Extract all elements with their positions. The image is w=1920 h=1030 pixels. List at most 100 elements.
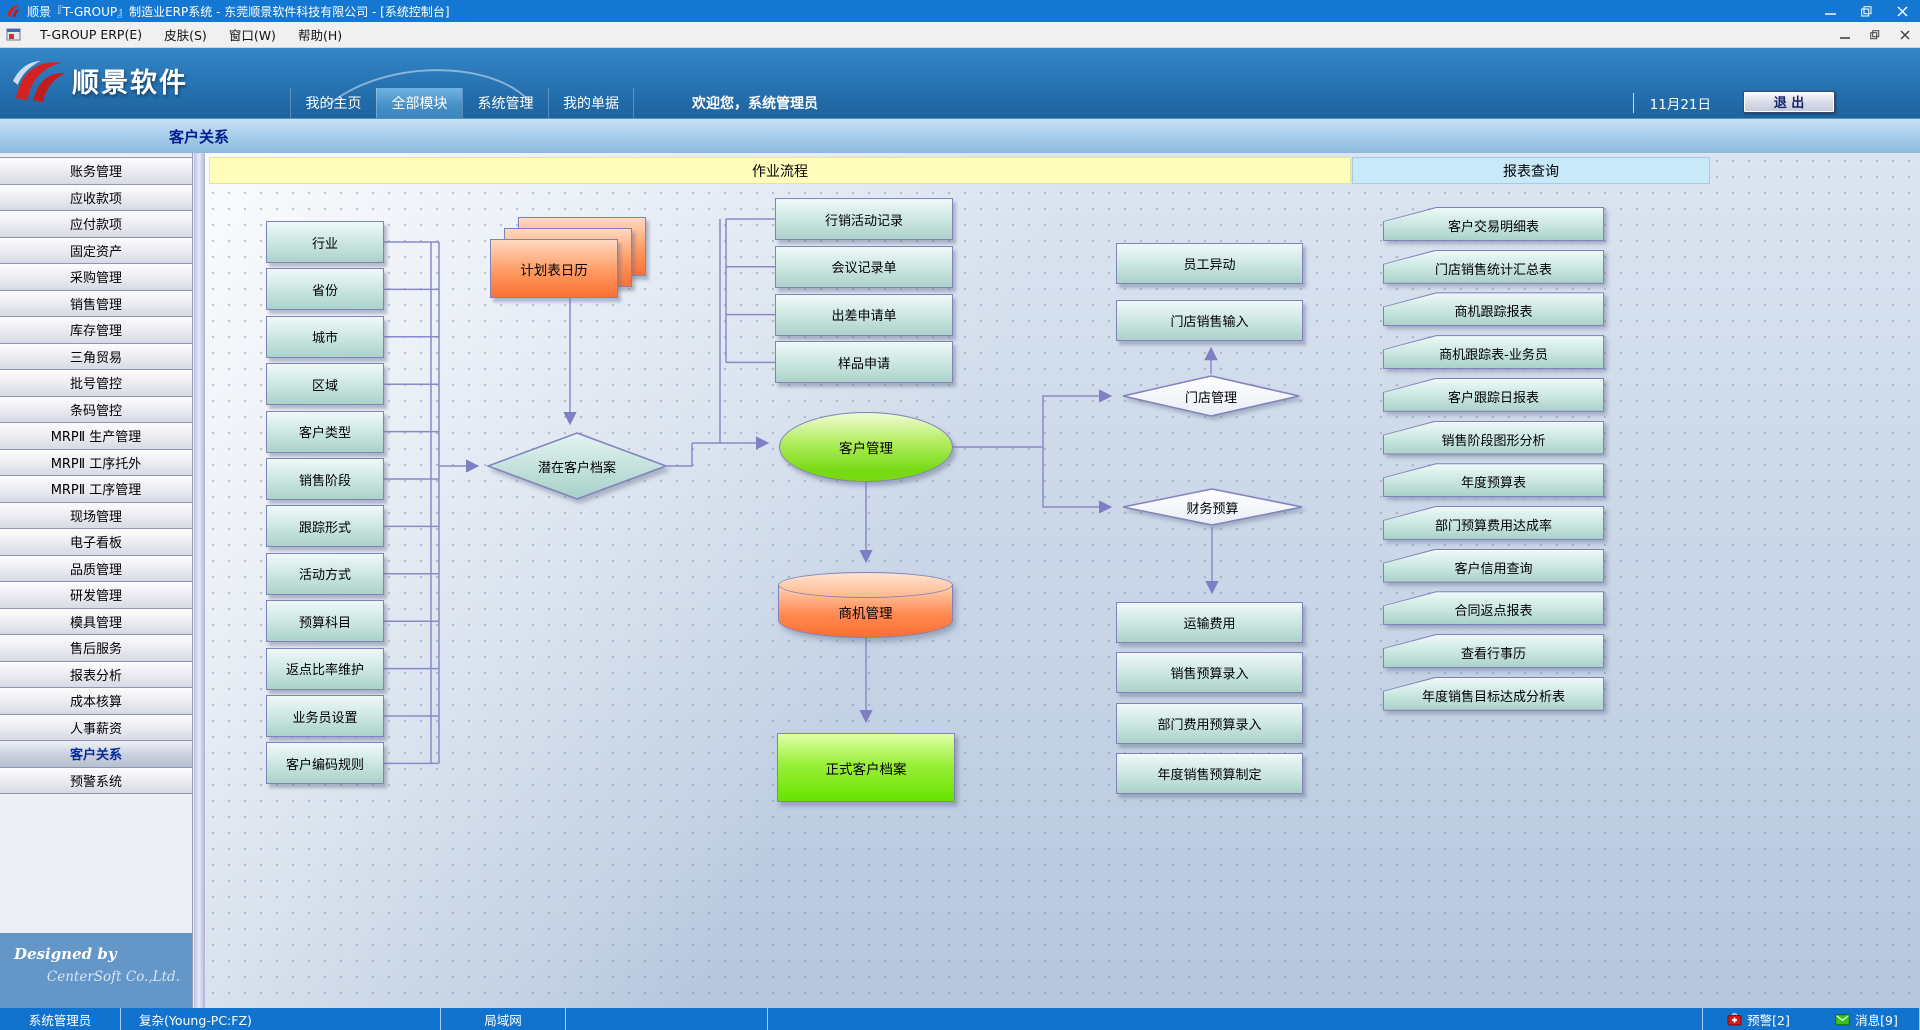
report-box[interactable]: 合同返点报表 — [1383, 591, 1604, 625]
report-box[interactable]: 商机跟踪表-业务员 — [1383, 335, 1604, 369]
mdi-window-controls — [1830, 22, 1920, 47]
schedule-calendar-card[interactable]: 计划表日历 — [490, 239, 618, 298]
report-box[interactable]: 部门预算费用达成率 — [1383, 506, 1604, 540]
sidebar-splitter[interactable] — [194, 153, 205, 1008]
report-box[interactable]: 客户信用查询 — [1383, 549, 1604, 583]
app-logo-icon — [5, 3, 21, 19]
report-box[interactable]: 门店销售统计汇总表 — [1383, 250, 1604, 284]
flow-box[interactable]: 预算科目 — [266, 600, 384, 642]
flow-box[interactable]: 销售预算录入 — [1116, 652, 1303, 693]
module-list: 账务管理应收款项应付款项固定资产采购管理销售管理库存管理三角贸易批号管控条码管控… — [0, 157, 192, 794]
customer-management-ellipse[interactable]: 客户管理 — [779, 412, 953, 482]
sidebar-item[interactable]: 预警系统 — [0, 768, 192, 795]
sidebar-item[interactable]: 品质管理 — [0, 556, 192, 583]
flow-box[interactable]: 区域 — [266, 363, 384, 405]
flow-box[interactable]: 部门费用预算录入 — [1116, 703, 1303, 744]
window-title: 顺景『T-GROUP』制造业ERP系统 - 东莞顺景软件科技有限公司 - [系统… — [27, 3, 450, 20]
window-controls — [1812, 0, 1920, 22]
sidebar-item[interactable]: 现场管理 — [0, 503, 192, 530]
menu-item-0[interactable]: T-GROUP ERP(E) — [29, 22, 153, 47]
report-box[interactable]: 客户跟踪日报表 — [1383, 378, 1604, 412]
flow-box[interactable]: 客户类型 — [266, 411, 384, 453]
sidebar-item[interactable]: 销售管理 — [0, 291, 192, 318]
flow-box[interactable]: 会议记录单 — [775, 246, 953, 288]
mdi-restore-icon[interactable] — [1860, 22, 1890, 47]
flow-box[interactable]: 行销活动记录 — [775, 198, 953, 240]
sidebar-item[interactable]: 应付款项 — [0, 211, 192, 238]
flow-box[interactable]: 客户编码规则 — [266, 742, 384, 784]
sidebar-item[interactable]: 成本核算 — [0, 688, 192, 715]
message-envelope-icon — [1835, 1013, 1850, 1026]
finance-budget-diamond[interactable]: 财务预算 — [1122, 488, 1303, 526]
title-bar: 顺景『T-GROUP』制造业ERP系统 - 东莞顺景软件科技有限公司 - [系统… — [0, 0, 1920, 22]
sidebar-item[interactable]: 固定资产 — [0, 238, 192, 265]
sidebar-item[interactable]: 应收款项 — [0, 185, 192, 212]
opportunity-management-cylinder[interactable]: 商机管理 — [778, 572, 953, 638]
flow-box[interactable]: 门店销售输入 — [1116, 300, 1303, 341]
status-alert[interactable]: 预警[2] — [1702, 1008, 1814, 1030]
sidebar-item[interactable]: 批号管控 — [0, 370, 192, 397]
mdi-minimize-icon[interactable] — [1830, 22, 1860, 47]
store-management-diamond[interactable]: 门店管理 — [1122, 375, 1300, 417]
mdi-close-icon[interactable] — [1890, 22, 1920, 47]
tab-2[interactable]: 系统管理 — [462, 88, 548, 118]
minimize-icon[interactable] — [1812, 0, 1848, 22]
status-user: 系统管理员 — [0, 1008, 120, 1030]
tab-3[interactable]: 我的单据 — [548, 88, 634, 118]
tab-0[interactable]: 我的主页 — [290, 88, 376, 118]
flow-box[interactable]: 出差申请单 — [775, 294, 953, 336]
close-icon[interactable] — [1884, 0, 1920, 22]
flow-box[interactable]: 运输费用 — [1116, 602, 1303, 643]
report-box[interactable]: 年度预算表 — [1383, 463, 1604, 497]
menu-item-2[interactable]: 窗口(W) — [218, 22, 287, 47]
sidebar-item[interactable]: 采购管理 — [0, 264, 192, 291]
sidebar-item[interactable]: 客户关系 — [0, 741, 192, 768]
flow-box[interactable]: 行业 — [266, 221, 384, 263]
status-empty-cell — [565, 1008, 767, 1030]
sidebar-item[interactable]: 三角贸易 — [0, 344, 192, 371]
report-box-label: 门店销售统计汇总表 — [1383, 250, 1604, 284]
flow-box[interactable]: 业务员设置 — [266, 695, 384, 737]
report-box[interactable]: 年度销售目标达成分析表 — [1383, 677, 1604, 711]
flow-box[interactable]: 跟踪形式 — [266, 505, 384, 547]
sidebar-item[interactable]: 账务管理 — [0, 158, 192, 185]
report-box[interactable]: 查看行事历 — [1383, 634, 1604, 668]
finance-budget-label: 财务预算 — [1122, 488, 1303, 526]
formal-customer-box[interactable]: 正式客户档案 — [777, 733, 955, 802]
menu-item-3[interactable]: 帮助(H) — [287, 22, 353, 47]
flow-box[interactable]: 员工异动 — [1116, 243, 1303, 284]
report-box[interactable]: 销售阶段图形分析 — [1383, 421, 1604, 455]
module-sidebar: 账务管理应收款项应付款项固定资产采购管理销售管理库存管理三角贸易批号管控条码管控… — [0, 153, 193, 1008]
tab-1[interactable]: 全部模块 — [376, 88, 462, 118]
report-box[interactable]: 商机跟踪报表 — [1383, 292, 1604, 326]
sidebar-item[interactable]: 售后服务 — [0, 635, 192, 662]
restore-icon[interactable] — [1848, 0, 1884, 22]
report-box-label: 年度预算表 — [1383, 463, 1604, 497]
exit-button[interactable]: 退 出 — [1743, 91, 1835, 113]
sidebar-item[interactable]: 条码管控 — [0, 397, 192, 424]
menu-item-1[interactable]: 皮肤(S) — [153, 22, 218, 47]
sidebar-item[interactable]: MRPⅡ 工序托外 — [0, 450, 192, 477]
sidebar-item[interactable]: 研发管理 — [0, 582, 192, 609]
flow-box[interactable]: 年度销售预算制定 — [1116, 753, 1303, 794]
sidebar-item[interactable]: MRPⅡ 工序管理 — [0, 476, 192, 503]
status-alert-label: 预警[2] — [1747, 1010, 1790, 1029]
report-box-label: 查看行事历 — [1383, 634, 1604, 668]
sidebar-item[interactable]: 模具管理 — [0, 609, 192, 636]
sidebar-item[interactable]: 人事薪资 — [0, 715, 192, 742]
status-machine: 复杂(Young-PC:FZ) — [120, 1008, 440, 1030]
sidebar-item[interactable]: 库存管理 — [0, 317, 192, 344]
flow-box[interactable]: 省份 — [266, 268, 384, 310]
flow-box[interactable]: 样品申请 — [775, 341, 953, 383]
status-message[interactable]: 消息[9] — [1814, 1008, 1920, 1030]
sidebar-item[interactable]: 电子看板 — [0, 529, 192, 556]
flow-box[interactable]: 城市 — [266, 316, 384, 358]
sidebar-item[interactable]: 报表分析 — [0, 662, 192, 689]
flow-box[interactable]: 返点比率维护 — [266, 648, 384, 690]
flow-box[interactable]: 活动方式 — [266, 553, 384, 595]
sidebar-item[interactable]: MRPⅡ 生产管理 — [0, 423, 192, 450]
prospect-file-diamond[interactable]: 潜在客户档案 — [487, 432, 667, 500]
report-box[interactable]: 客户交易明细表 — [1383, 207, 1604, 241]
flow-box[interactable]: 销售阶段 — [266, 458, 384, 500]
status-network: 局域网 — [440, 1008, 565, 1030]
